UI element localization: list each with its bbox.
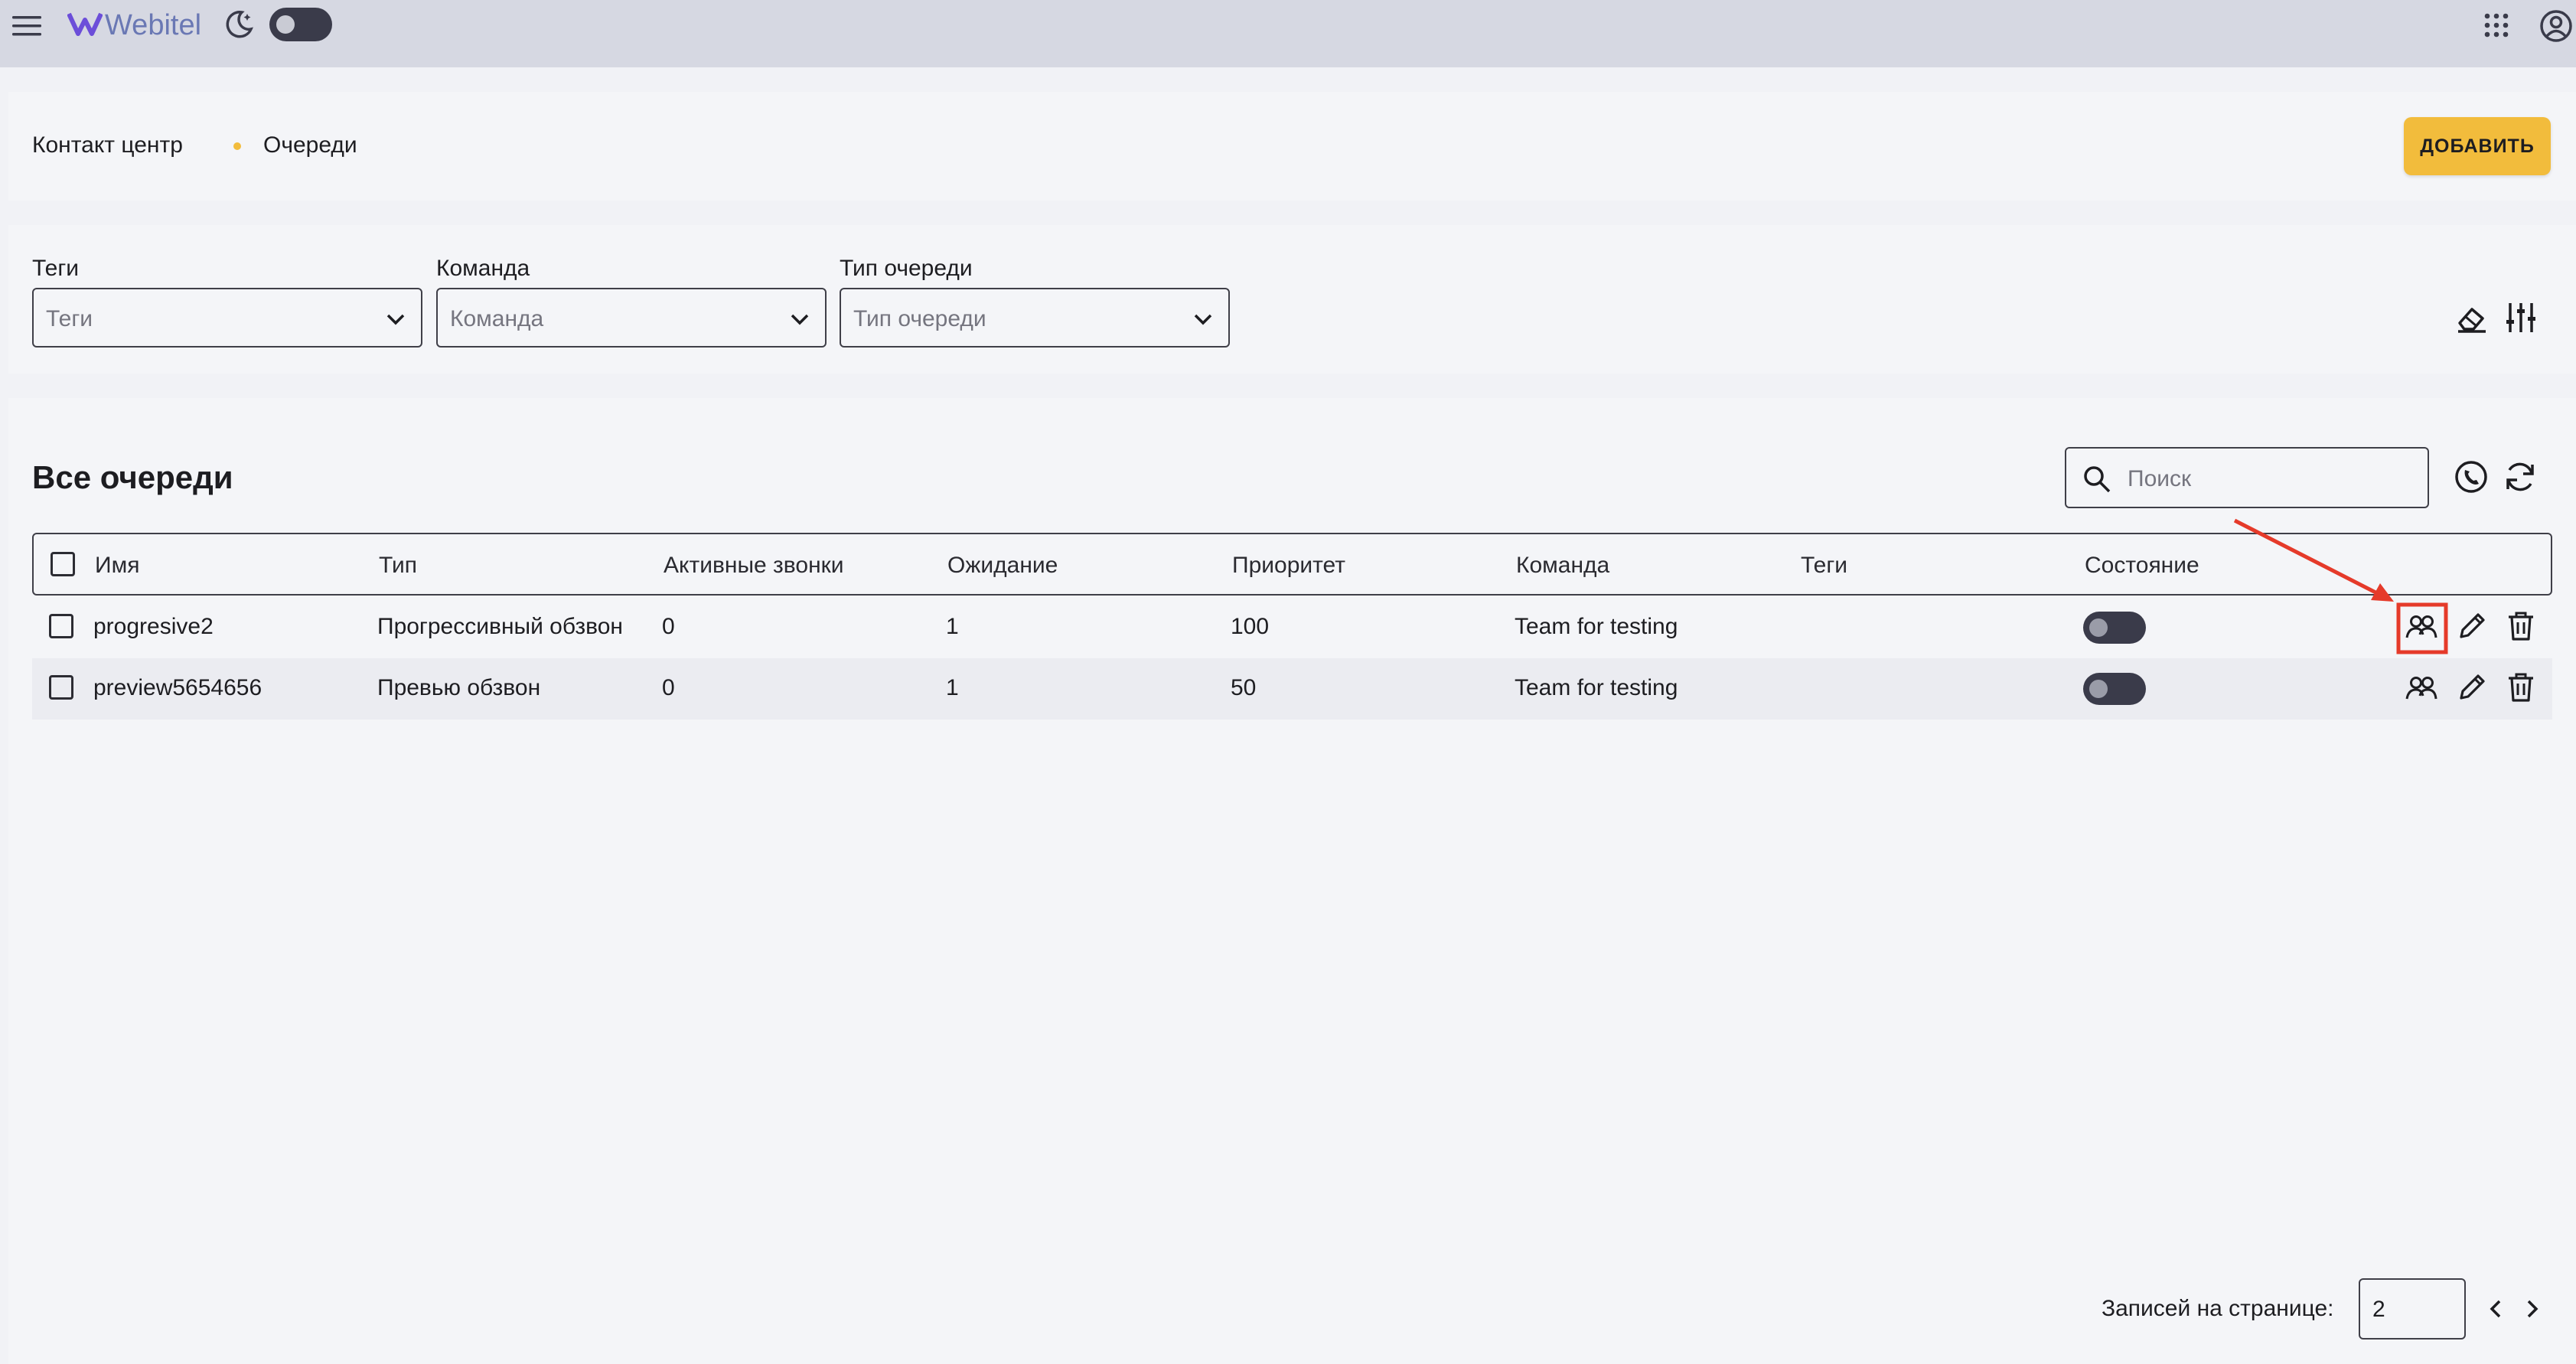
per-page-label: Записей на странице: bbox=[2102, 1296, 2334, 1321]
per-page-value: 2 bbox=[2372, 1297, 2385, 1322]
chevron-right-icon[interactable] bbox=[2521, 1297, 2544, 1325]
per-page-input[interactable]: 2 bbox=[2359, 1278, 2466, 1340]
annotation-overlay bbox=[2233, 518, 2448, 654]
annotation-highlight-box bbox=[2396, 602, 2448, 654]
annotation-arrow-line bbox=[2233, 518, 2383, 598]
chevron-left-icon[interactable] bbox=[2484, 1297, 2507, 1325]
